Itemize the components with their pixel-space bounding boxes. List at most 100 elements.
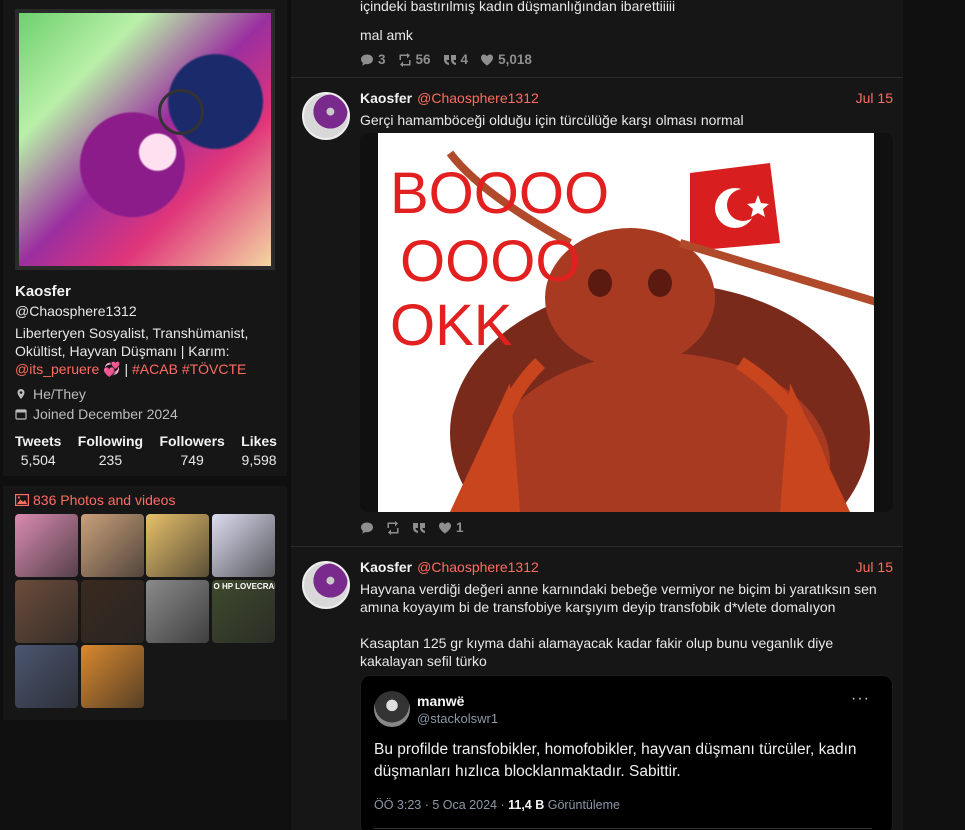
tweet-text: Hayvana verdiği değeri anne karnındaki b… <box>360 581 877 615</box>
heart-icon <box>439 522 451 533</box>
profile-location: He/They <box>15 386 86 402</box>
quote-button[interactable]: 4 <box>443 52 469 67</box>
reply-button[interactable] <box>360 520 374 535</box>
quote-icon <box>443 54 456 65</box>
avatar[interactable] <box>302 561 350 609</box>
tweet-author-handle[interactable]: @Chaosphere1312 <box>417 559 539 575</box>
tweet-header: Kaosfer @Chaosphere1312 Jul 15 <box>360 90 893 106</box>
media-thumbnail[interactable] <box>146 579 209 643</box>
quoted-text: Bu profilde transfobikler, homofobikler,… <box>374 741 857 780</box>
tweet-text: Gerçi hamamböceği olduğu için türcülüğe … <box>360 112 744 128</box>
media-thumbnail[interactable] <box>80 579 144 643</box>
profile-stats: Tweets 5,504 Following 235 Followers 749 Li… <box>15 433 277 468</box>
tweet-text: Kasaptan 125 gr kıyma dahi alamayacak ka… <box>360 635 834 669</box>
thumbnail-caption: O HP LOVECRAF <box>213 581 275 591</box>
more-options-icon[interactable]: ··· <box>851 690 870 708</box>
tweet-text-cut: içindeki bastırılmış kadın düşmanlığında… <box>360 0 676 14</box>
media-thumbnail-grid: O HP LOVECRAF <box>15 514 277 708</box>
tweet[interactable]: içindeki bastırılmış kadın düşmanlığında… <box>291 0 903 78</box>
like-button[interactable]: 5,018 <box>480 52 532 67</box>
media-thumbnail[interactable]: O HP LOVECRAF <box>211 579 275 643</box>
tweet-author-handle[interactable]: @Chaosphere1312 <box>417 90 539 106</box>
media-gallery: 836 Photos and videos O HP LOVECRAF <box>3 486 287 720</box>
stat-label: Following <box>77 433 144 449</box>
tweet-text: mal amk <box>360 27 413 43</box>
heart-emoji-icon: 💞 <box>103 361 121 377</box>
tweet-stats: 3 56 4 5,018 <box>360 52 532 67</box>
joined-text: Joined December 2024 <box>33 406 178 422</box>
quoted-views-label: Görüntüleme <box>544 798 620 812</box>
meme-text-line1: BOOOO <box>390 161 609 226</box>
profile-joined: Joined December 2024 <box>15 406 178 422</box>
pronouns-text: He/They <box>33 386 86 402</box>
comment-icon <box>361 54 373 66</box>
stat-value: 5,504 <box>20 452 56 468</box>
like-count: 5,018 <box>498 52 532 67</box>
timeline: içindeki bastırılmış kadın düşmanlığında… <box>291 0 903 830</box>
cockroach-meme-image: BOOOO OOOO OKK <box>360 133 893 512</box>
like-count: 1 <box>456 520 464 535</box>
media-thumbnail[interactable] <box>80 514 144 577</box>
bio-text-1: Liberteryen Sosyalist, Transhümanist, <box>15 325 249 341</box>
stat-label: Followers <box>159 433 225 449</box>
quoted-author-handle[interactable]: @stackolswr1 <box>417 711 498 726</box>
profile-card: Kaosfer @Chaosphere1312 Liberteryen Sosy… <box>3 0 287 476</box>
stat-following[interactable]: Following 235 <box>78 433 143 468</box>
location-pin-icon <box>17 389 25 399</box>
meme-text-line3: OKK <box>390 293 513 358</box>
stat-value: 9,598 <box>241 452 277 468</box>
profile-banner[interactable] <box>15 9 275 270</box>
profile-bio: Liberteryen Sosyalist, Transhümanist, Ok… <box>15 324 275 378</box>
tweet-header: Kaosfer @Chaosphere1312 Jul 15 <box>360 559 893 575</box>
media-thumbnail[interactable] <box>15 579 78 643</box>
retweet-icon <box>399 52 411 67</box>
tweet-author-name[interactable]: Kaosfer <box>360 559 412 575</box>
media-header-link[interactable]: 836 Photos and videos <box>15 492 175 508</box>
media-thumbnail[interactable] <box>146 514 209 577</box>
tweet[interactable]: Kaosfer @Chaosphere1312 Jul 15 Gerçi ham… <box>291 78 903 547</box>
quoted-time: ÖÖ 3:23 · 5 Oca 2024 · <box>374 798 509 812</box>
meme-text-line2: OOOO <box>400 229 580 294</box>
media-thumbnail[interactable] <box>80 645 144 708</box>
stat-label: Tweets <box>15 433 62 449</box>
retweet-icon <box>387 520 399 535</box>
tweet-stats: 1 <box>360 520 464 535</box>
bio-hashtags[interactable]: #ACAB #TÖVCTE <box>132 361 246 377</box>
tweet-date[interactable]: Jul 15 <box>856 90 893 106</box>
profile-banner-image <box>19 13 271 266</box>
tweet-date[interactable]: Jul 15 <box>856 559 893 575</box>
media-thumbnail[interactable] <box>15 514 78 577</box>
avatar[interactable] <box>302 92 350 140</box>
quoted-avatar[interactable] <box>374 691 410 727</box>
tweet-author-name[interactable]: Kaosfer <box>360 90 412 106</box>
quote-button[interactable] <box>412 520 426 535</box>
bio-separator: | <box>124 361 129 377</box>
profile-name: Kaosfer <box>15 283 71 300</box>
profile-handle[interactable]: @Chaosphere1312 <box>15 303 137 319</box>
quote-icon <box>413 522 425 533</box>
like-button[interactable]: 1 <box>438 520 464 535</box>
heart-icon <box>481 54 494 65</box>
quoted-meta: ÖÖ 3:23 · 5 Oca 2024 · 11,4 B Görüntülem… <box>374 798 620 812</box>
media-thumbnail[interactable] <box>15 645 78 708</box>
retweet-count: 56 <box>415 52 431 67</box>
tweet-image[interactable]: BOOOO OOOO OKK <box>360 133 893 512</box>
stat-likes[interactable]: Likes 9,598 <box>241 433 277 468</box>
media-count-text: 836 Photos and videos <box>33 492 176 508</box>
reply-button[interactable]: 3 <box>360 52 386 67</box>
stat-followers[interactable]: Followers 749 <box>159 433 224 468</box>
bio-text-2: Okültist, Hayvan Düşmanı | Karım: <box>15 343 230 359</box>
bio-mention-link[interactable]: @its_peruere <box>15 361 99 377</box>
divider <box>374 828 872 829</box>
quoted-author-name[interactable]: manwë <box>417 693 464 709</box>
calendar-icon <box>15 409 27 420</box>
reply-count: 3 <box>378 52 386 67</box>
quoted-tweet-card[interactable]: manwë @stackolswr1 ··· Bu profilde trans… <box>360 675 893 830</box>
stat-tweets[interactable]: Tweets 5,504 <box>15 433 61 468</box>
quoted-views-count: 11,4 B <box>508 798 545 812</box>
comment-icon <box>361 522 373 534</box>
retweet-button[interactable]: 56 <box>398 52 431 67</box>
media-thumbnail[interactable] <box>211 514 275 577</box>
quote-count: 4 <box>460 52 469 67</box>
retweet-button[interactable] <box>386 520 400 535</box>
